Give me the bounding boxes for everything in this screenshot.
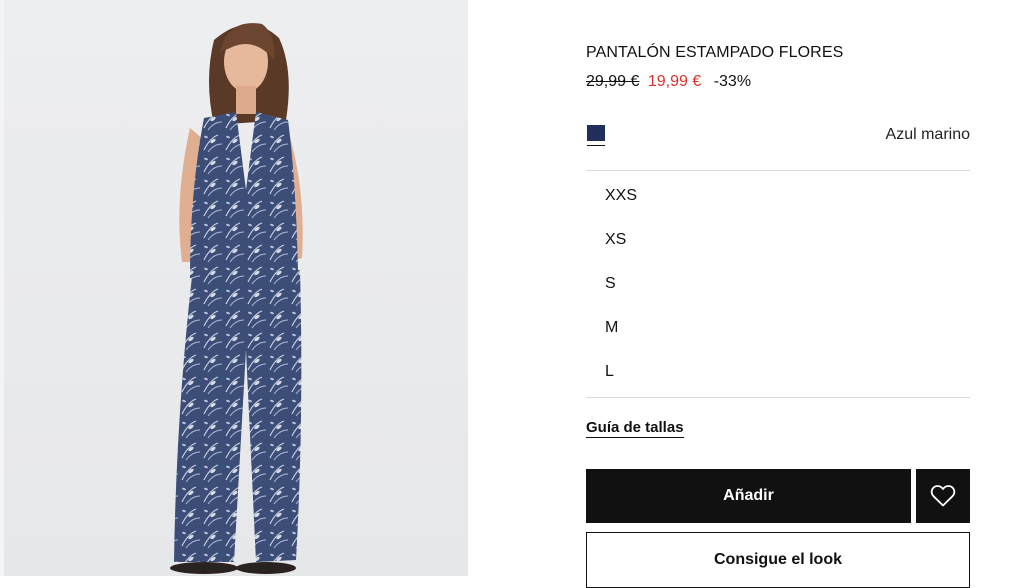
size-option[interactable]: XXS (586, 174, 970, 218)
heart-icon (930, 485, 956, 507)
divider-bottom (586, 397, 970, 398)
add-to-cart-button[interactable]: Añadir (586, 469, 911, 523)
color-name: Azul marino (885, 126, 970, 143)
color-swatch-navy[interactable] (587, 125, 605, 141)
color-selector: Azul marino (586, 124, 970, 150)
swatch-selected-indicator (587, 145, 605, 146)
size-option[interactable]: XS (586, 218, 970, 262)
size-option[interactable]: M (586, 306, 970, 350)
get-the-look-button[interactable]: Consigue el look (586, 532, 970, 588)
product-title: PANTALÓN ESTAMPADO FLORES (586, 44, 844, 61)
discount-badge: -33% (713, 73, 752, 90)
price-row: 29,99 € 19,99 € -33% (586, 73, 751, 91)
product-image[interactable] (4, 0, 468, 576)
original-price: 29,99 € (586, 73, 640, 90)
wishlist-button[interactable] (916, 469, 970, 523)
divider-top (586, 170, 970, 171)
size-list: XXS XS S M L (586, 174, 970, 394)
size-option[interactable]: S (586, 262, 970, 306)
size-option[interactable]: L (586, 350, 970, 394)
sale-price: 19,99 € (647, 73, 702, 90)
model-illustration (170, 23, 303, 574)
size-guide-link[interactable]: Guía de tallas (586, 419, 684, 438)
